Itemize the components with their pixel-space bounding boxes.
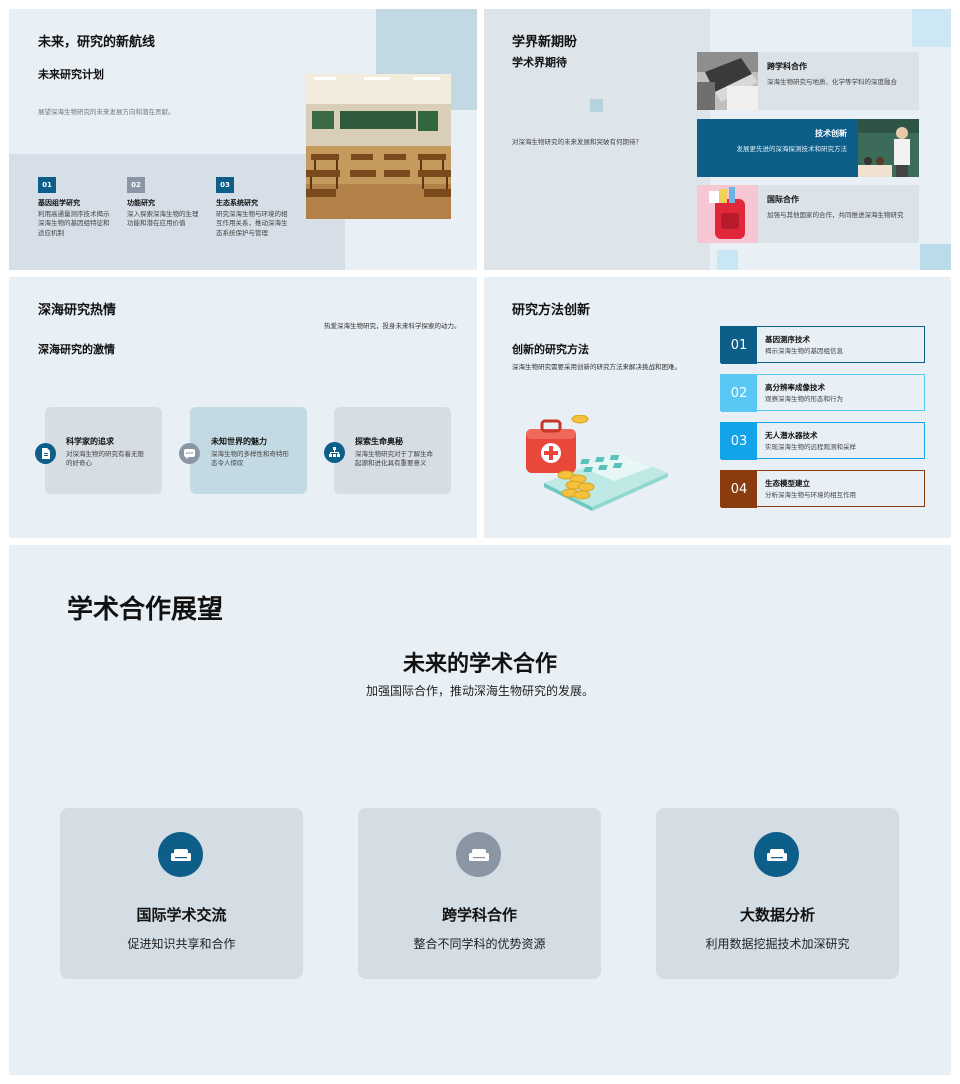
slide-tagline: 热爱深海生物研究，投身未来科学探索的动力。 (324, 322, 461, 330)
method-description: 揭示深海生物的基因组信息 (765, 347, 843, 355)
slide-academic-expectations: 学界新期盼 学术界期待 对深海生物研究的未来发展和突破有何期待？ 跨学科合作 深… (484, 9, 951, 270)
card-title: 跨学科合作 (767, 62, 807, 71)
method-number: 03 (721, 423, 757, 460)
method-item: 04 生态模型建立 分析深海生物与环境的相互作用 (720, 470, 925, 508)
slide-research-passion: 深海研究热情 热爱深海生物研究，投身未来科学探索的动力。 深海研究的激情 科学家… (9, 277, 477, 538)
classroom-photo (306, 74, 451, 219)
item-title: 功能研究 (127, 199, 155, 207)
method-description: 分析深海生物与环境的相互作用 (765, 491, 856, 499)
item-description: 研究深海生物与环境的相互作用关系，推动深海生态系统保护与管理 (216, 210, 288, 237)
slide-title: 学界新期盼 (512, 35, 578, 50)
item-description: 深入探索深海生物的生理功能和潜在应用价值 (127, 210, 199, 228)
item-number-badge: 02 (127, 177, 145, 193)
method-title: 生态模型建立 (765, 479, 810, 488)
passion-card: 未知世界的魅力 深海生物的多样性和奇特形态令人惊叹 (190, 407, 307, 494)
expectation-card: 跨学科合作 深海生物研究与地质、化学等学科的深度融合 (697, 52, 919, 110)
expectation-card-highlighted: 技术创新 发展更先进的深海探测技术和研究方法 (697, 119, 919, 177)
card-description: 深海生物的多样性和奇特形态令人惊叹 (211, 450, 289, 468)
method-item: 01 基因测序技术 揭示深海生物的基因组信息 (720, 326, 925, 364)
slide-future-research: 未来，研究的新航线 未来研究计划 展望深海生物研究的未来发展方向和潜在贡献。 0… (9, 9, 477, 270)
question-text: 对深海生物研究的未来发展和突破有何期待？ (512, 138, 642, 146)
slide-title: 研究方法创新 (512, 303, 591, 318)
card-title: 国际学术交流 (136, 906, 227, 924)
slide-subtitle: 学术界期待 (512, 56, 567, 69)
slide-subtitle: 创新的研究方法 (512, 343, 589, 356)
card-title: 未知世界的魅力 (211, 437, 267, 446)
chat-icon (179, 443, 200, 464)
item-title: 生态系统研究 (216, 199, 258, 207)
network-icon (324, 442, 345, 463)
card-title: 技术创新 (815, 129, 847, 138)
sofa-icon (158, 832, 203, 877)
passion-card: 探索生命奥秘 深海生物研究对于了解生命起源和进化具有重要意义 (334, 407, 451, 494)
card-title: 科学家的追求 (66, 437, 114, 446)
method-number: 02 (721, 375, 757, 412)
method-number: 01 (721, 327, 757, 364)
method-description: 实现深海生物的远程观测和采样 (765, 443, 856, 451)
method-item: 03 无人潜水器技术 实现深海生物的远程观测和采样 (720, 422, 925, 460)
slide-collaboration-outlook: 学术合作展望 未来的学术合作 加强国际合作，推动深海生物研究的发展。 国际学术交… (9, 545, 951, 1075)
passion-card: 科学家的追求 对深海生物的研究有着无限的好奇心 (45, 407, 162, 494)
card-description: 深海生物研究对于了解生命起源和进化具有重要意义 (355, 450, 433, 468)
expectation-card: 国际合作 加强与其他国家的合作，共同推进深海生物研究 (697, 185, 919, 243)
slide-title: 深海研究热情 (38, 303, 117, 318)
decor-square (590, 99, 603, 112)
slide-method-innovation: 研究方法创新 创新的研究方法 深海生物研究需要采用创新的研究方法来解决挑战和困难… (484, 277, 951, 538)
card-description: 加强与其他国家的合作，共同推进深海生物研究 (767, 211, 904, 219)
teacher-photo (858, 119, 919, 177)
medical-kit-illustration (522, 415, 674, 515)
section-heading: 未来的学术合作 (402, 652, 557, 677)
item-description: 利用高通量测序技术揭示深海生物的基因组特征和适应机制 (38, 210, 110, 237)
slide-description: 展望深海生物研究的未来发展方向和潜在贡献。 (38, 108, 175, 116)
card-title: 跨学科合作 (441, 906, 517, 924)
sofa-icon (456, 832, 501, 877)
method-number: 04 (721, 471, 757, 508)
method-item: 02 高分辨率成像技术 观察深海生物的形态和行为 (720, 374, 925, 412)
item-title: 基因组学研究 (38, 199, 80, 207)
method-title: 无人潜水器技术 (765, 431, 818, 440)
card-description: 发展更先进的深海探测技术和研究方法 (736, 145, 848, 153)
card-description: 促进知识共享和合作 (127, 937, 236, 951)
slide-subtitle: 未来研究计划 (38, 68, 104, 81)
card-description: 对深海生物的研究有着无限的好奇心 (66, 450, 144, 468)
decor-square (912, 9, 951, 47)
document-icon (35, 443, 56, 464)
card-description: 整合不同学科的优势资源 (413, 937, 546, 951)
method-description: 观察深海生物的形态和行为 (765, 395, 843, 403)
slide-title: 未来，研究的新航线 (38, 35, 156, 50)
slide-subtitle: 深海研究的激情 (38, 343, 115, 356)
method-title: 基因测序技术 (765, 335, 810, 344)
sofa-icon (754, 832, 799, 877)
card-description: 利用数据挖掘技术加深研究 (705, 937, 850, 951)
laptop-photo (697, 52, 758, 110)
decor-square (717, 250, 738, 270)
card-title: 大数据分析 (739, 906, 815, 924)
collaboration-card: 国际学术交流 促进知识共享和合作 (60, 808, 303, 979)
decor-square (920, 244, 951, 270)
item-number-badge: 03 (216, 177, 234, 193)
card-description: 深海生物研究与地质、化学等学科的深度融合 (767, 78, 897, 86)
method-title: 高分辨率成像技术 (765, 383, 825, 392)
item-number-badge: 01 (38, 177, 56, 193)
slide-title: 学术合作展望 (67, 595, 224, 625)
card-title: 探索生命奥秘 (355, 437, 403, 446)
collaboration-card: 大数据分析 利用数据挖掘技术加深研究 (656, 808, 899, 979)
collaboration-card: 跨学科合作 整合不同学科的优势资源 (358, 808, 601, 979)
section-description: 加强国际合作，推动深海生物研究的发展。 (365, 684, 594, 698)
backpack-photo (697, 185, 758, 243)
slide-description: 深海生物研究需要采用创新的研究方法来解决挑战和困难。 (512, 363, 681, 371)
card-title: 国际合作 (767, 195, 799, 204)
